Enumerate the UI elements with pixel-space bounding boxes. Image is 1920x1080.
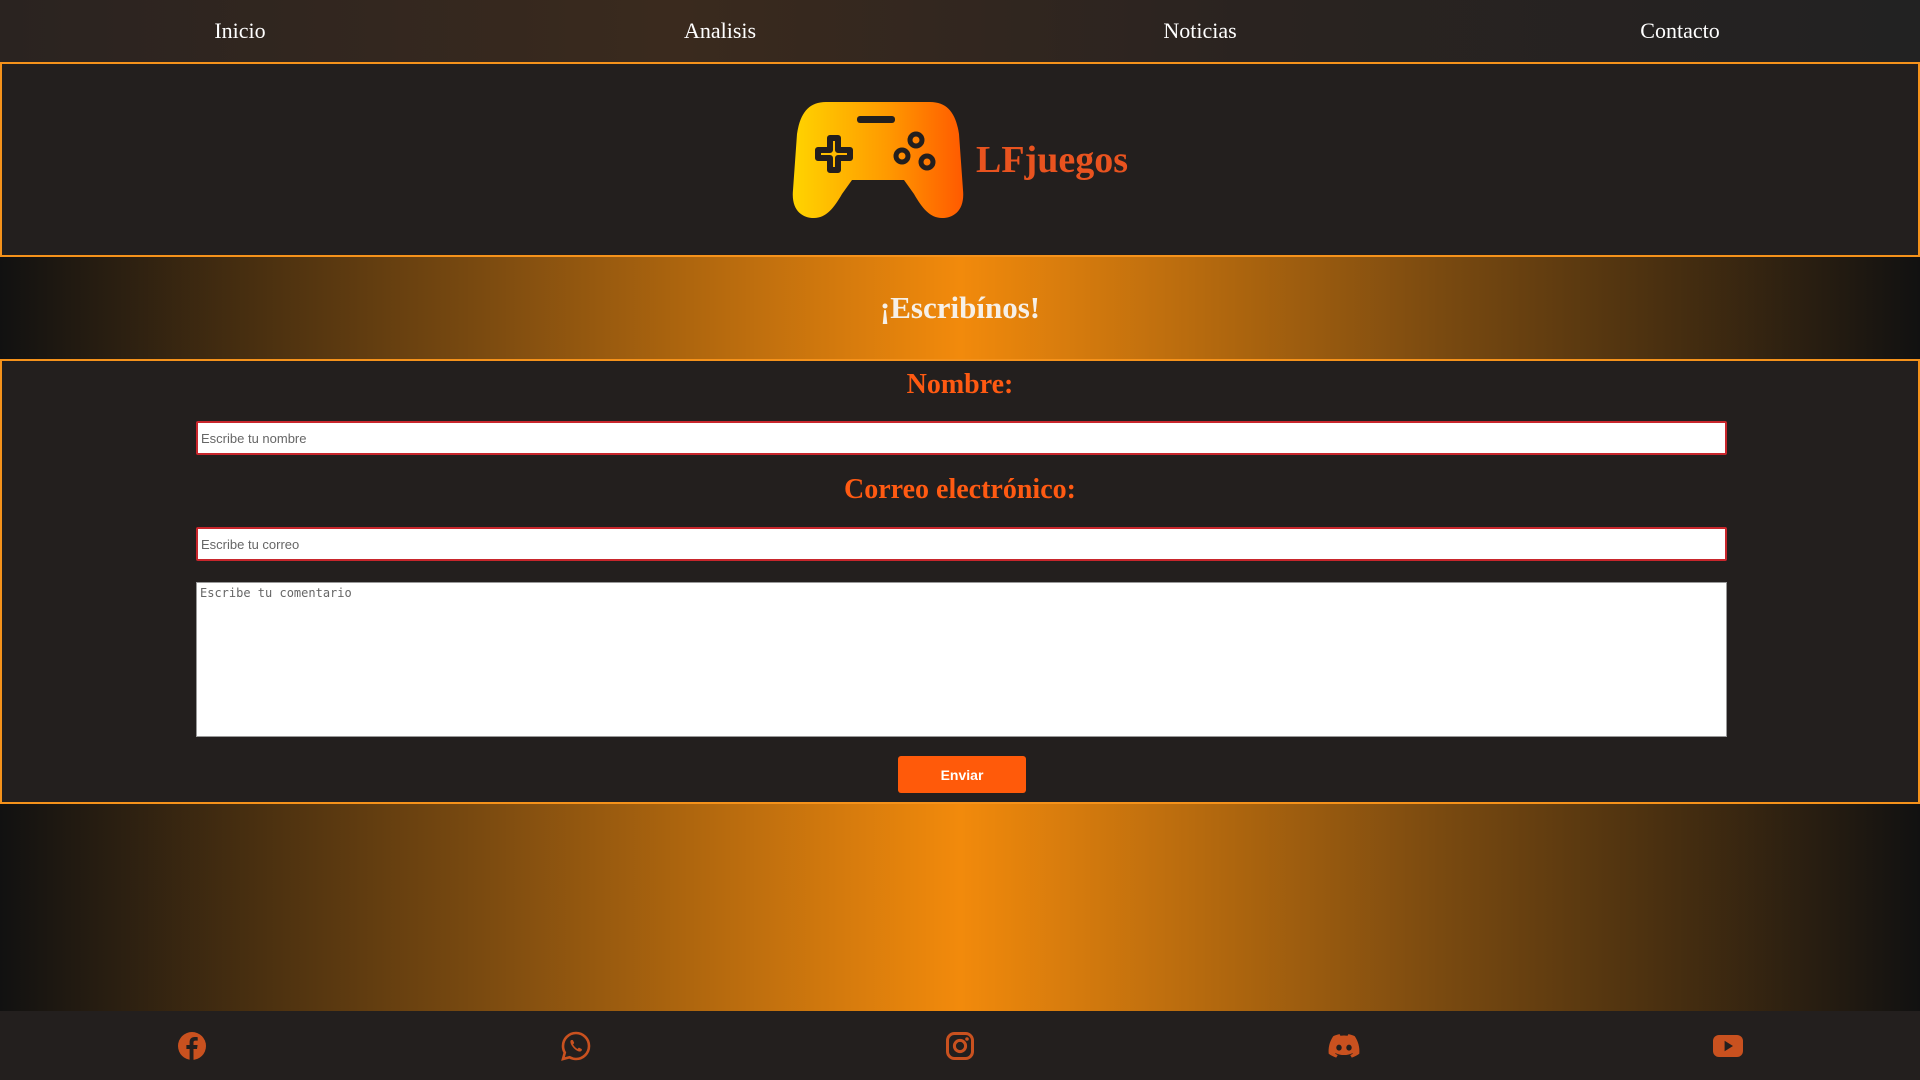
youtube-icon[interactable]: [1712, 1034, 1744, 1058]
instagram-icon[interactable]: [945, 1031, 975, 1061]
site-header: LFjuegos: [0, 62, 1920, 257]
nav-link-contacto[interactable]: Contacto: [1440, 18, 1920, 44]
nav-link-noticias[interactable]: Noticias: [960, 18, 1440, 44]
nav-link-analisis[interactable]: Analisis: [480, 18, 960, 44]
name-input[interactable]: [196, 421, 1727, 455]
page-title: ¡Escribínos!: [879, 289, 1041, 325]
top-navigation: Inicio Analisis Noticias Contacto: [0, 0, 1920, 62]
gamepad-icon: [792, 98, 964, 222]
email-input[interactable]: [196, 527, 1727, 561]
nav-link-inicio[interactable]: Inicio: [0, 18, 480, 44]
facebook-icon[interactable]: [177, 1031, 207, 1061]
comment-textarea[interactable]: [196, 582, 1727, 737]
whatsapp-icon[interactable]: [561, 1031, 591, 1061]
brand-name: LFjuegos: [976, 138, 1128, 181]
social-footer: [0, 1011, 1920, 1080]
logo[interactable]: LFjuegos: [792, 98, 1128, 222]
submit-button[interactable]: Enviar: [898, 756, 1026, 793]
discord-icon[interactable]: [1328, 1033, 1360, 1059]
contact-form: Nombre: Correo electrónico: Enviar: [0, 359, 1920, 804]
contact-banner: ¡Escribínos!: [0, 257, 1920, 358]
name-label: Nombre:: [906, 369, 1014, 400]
email-label: Correo electrónico:: [844, 474, 1076, 505]
